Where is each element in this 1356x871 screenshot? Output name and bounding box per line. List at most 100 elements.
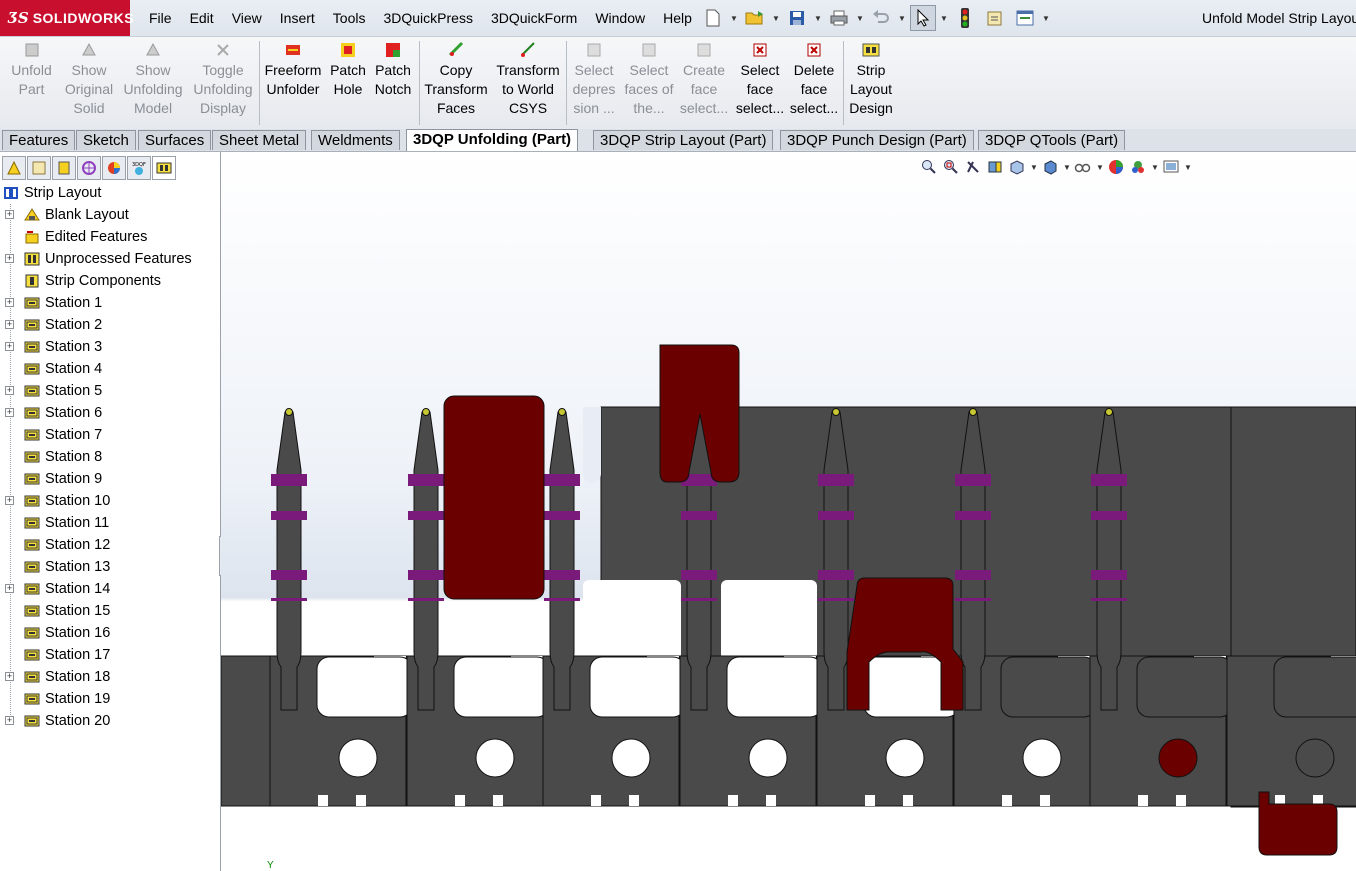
tree-item-strip-components[interactable]: Strip Components [0, 270, 220, 292]
pin-band[interactable] [1091, 570, 1127, 580]
web-notch[interactable] [583, 407, 601, 483]
tab-3dqp-unfolding[interactable]: 3DQP Unfolding (Part) [406, 129, 579, 151]
pilot-hole[interactable] [748, 738, 788, 778]
pin-tip[interactable] [558, 408, 566, 416]
pin-finger[interactable] [276, 411, 302, 711]
pin-band[interactable] [1091, 511, 1127, 520]
carrier-notch[interactable] [455, 795, 465, 806]
menu-help[interactable]: Help [654, 0, 701, 36]
tree-item-station-1[interactable]: + Station 1 [0, 292, 220, 314]
carrier-notch[interactable] [318, 795, 328, 806]
tree-item-station-4[interactable]: Station 4 [0, 358, 220, 380]
feature-tree-tab-icon[interactable] [2, 156, 26, 180]
delete-face-select-button[interactable]: Delete face select... [790, 41, 838, 118]
undo-icon[interactable] [868, 5, 894, 31]
new-document-icon[interactable] [700, 5, 726, 31]
menu-view[interactable]: View [223, 0, 271, 36]
toggle-unfolding-display-button[interactable]: Toggle Unfolding Display [192, 41, 254, 118]
pin-tip[interactable] [422, 408, 430, 416]
pilot-hole[interactable] [1295, 738, 1335, 778]
menu-3dquickform[interactable]: 3DQuickForm [482, 0, 586, 36]
tree-item-station-8[interactable]: Station 8 [0, 446, 220, 468]
tree-item-station-16[interactable]: Station 16 [0, 622, 220, 644]
strip-layout-tab-icon[interactable] [152, 156, 176, 180]
pin-band[interactable] [408, 511, 444, 520]
tree-item-station-3[interactable]: + Station 3 [0, 336, 220, 358]
pin-band[interactable] [271, 598, 307, 601]
tree-item-station-10[interactable]: + Station 10 [0, 490, 220, 512]
pin-band[interactable] [271, 511, 307, 520]
pin-finger[interactable] [1096, 411, 1122, 711]
tree-item-blank-layout[interactable]: + Blank Layout [0, 204, 220, 226]
expand-toggle-icon[interactable]: + [5, 320, 14, 329]
file-properties-icon[interactable] [982, 5, 1008, 31]
menu-3dquickpress[interactable]: 3DQuickPress [374, 0, 481, 36]
expand-toggle-icon[interactable]: + [5, 342, 14, 351]
tree-item-station-12[interactable]: Station 12 [0, 534, 220, 556]
tree-item-station-13[interactable]: Station 13 [0, 556, 220, 578]
tongue-opening[interactable] [316, 656, 413, 718]
carrier-notch[interactable] [1002, 795, 1012, 806]
expand-toggle-icon[interactable]: + [5, 496, 14, 505]
pin-band[interactable] [681, 598, 717, 601]
carrier-notch[interactable] [629, 795, 639, 806]
pin-band[interactable] [408, 570, 444, 580]
tree-item-station-7[interactable]: Station 7 [0, 424, 220, 446]
property-manager-tab-icon[interactable] [27, 156, 51, 180]
patch-notch-button[interactable]: Patch Notch [372, 41, 414, 99]
pin-band[interactable] [818, 474, 854, 486]
tab-3dqp-qtools[interactable]: 3DQP QTools (Part) [978, 130, 1126, 150]
select-face-select-button[interactable]: Select face select... [736, 41, 784, 118]
pin-band[interactable] [955, 511, 991, 520]
tab-3dqp-punch-design[interactable]: 3DQP Punch Design (Part) [780, 130, 974, 150]
tab-features[interactable]: Features [2, 130, 76, 150]
copy-transform-faces-button[interactable]: Copy Transform Faces [424, 41, 488, 118]
expand-toggle-icon[interactable]: + [5, 210, 14, 219]
pilot-hole[interactable] [475, 738, 515, 778]
pin-band[interactable] [544, 598, 580, 601]
tree-item-station-11[interactable]: Station 11 [0, 512, 220, 534]
pin-tip[interactable] [1105, 408, 1113, 416]
select-depression-button[interactable]: Select depres sion ... [570, 41, 618, 118]
pin-band[interactable] [544, 474, 580, 486]
chevron-down-icon[interactable]: ▼ [730, 14, 738, 23]
carrier-notch[interactable] [493, 795, 503, 806]
tree-item-station-2[interactable]: + Station 2 [0, 314, 220, 336]
pin-band[interactable] [955, 474, 991, 486]
tab-sketch[interactable]: Sketch [76, 130, 136, 150]
tongue-opening[interactable] [1273, 656, 1356, 718]
pin-band[interactable] [681, 511, 717, 520]
chevron-down-icon[interactable]: ▼ [772, 14, 780, 23]
pin-band[interactable] [271, 474, 307, 486]
carrier-notch[interactable] [356, 795, 366, 806]
web-cutout[interactable] [721, 580, 817, 660]
punch-block[interactable] [443, 395, 545, 600]
menu-tools[interactable]: Tools [324, 0, 375, 36]
expand-toggle-icon[interactable]: + [5, 408, 14, 417]
expand-toggle-icon[interactable]: + [5, 386, 14, 395]
pilot-hole[interactable] [1022, 738, 1062, 778]
menu-edit[interactable]: Edit [181, 0, 223, 36]
pilot-hole[interactable] [885, 738, 925, 778]
tree-item-station-6[interactable]: + Station 6 [0, 402, 220, 424]
pilot-hole[interactable] [338, 738, 378, 778]
tab-sheet-metal[interactable]: Sheet Metal [212, 130, 307, 150]
options-icon[interactable] [1012, 5, 1038, 31]
tongue-opening[interactable] [1136, 656, 1233, 718]
pin-band[interactable] [955, 598, 991, 601]
carrier-notch[interactable] [865, 795, 875, 806]
carrier-notch[interactable] [1176, 795, 1186, 806]
pin-band[interactable] [818, 511, 854, 520]
pin-band[interactable] [408, 598, 444, 601]
expand-toggle-icon[interactable]: + [5, 584, 14, 593]
pin-finger[interactable] [549, 411, 575, 711]
pin-finger[interactable] [413, 411, 439, 711]
pin-band[interactable] [408, 474, 444, 486]
chevron-down-icon[interactable]: ▼ [940, 14, 948, 23]
pin-tip[interactable] [969, 408, 977, 416]
pin-band[interactable] [1091, 474, 1127, 486]
tree-item-edited-features[interactable]: Edited Features [0, 226, 220, 248]
solidworks-logo[interactable]: ƷS SOLIDWORKS [0, 0, 134, 36]
3dqf-tab-icon[interactable]: 3DQF [127, 156, 151, 180]
carrier-notch[interactable] [728, 795, 738, 806]
